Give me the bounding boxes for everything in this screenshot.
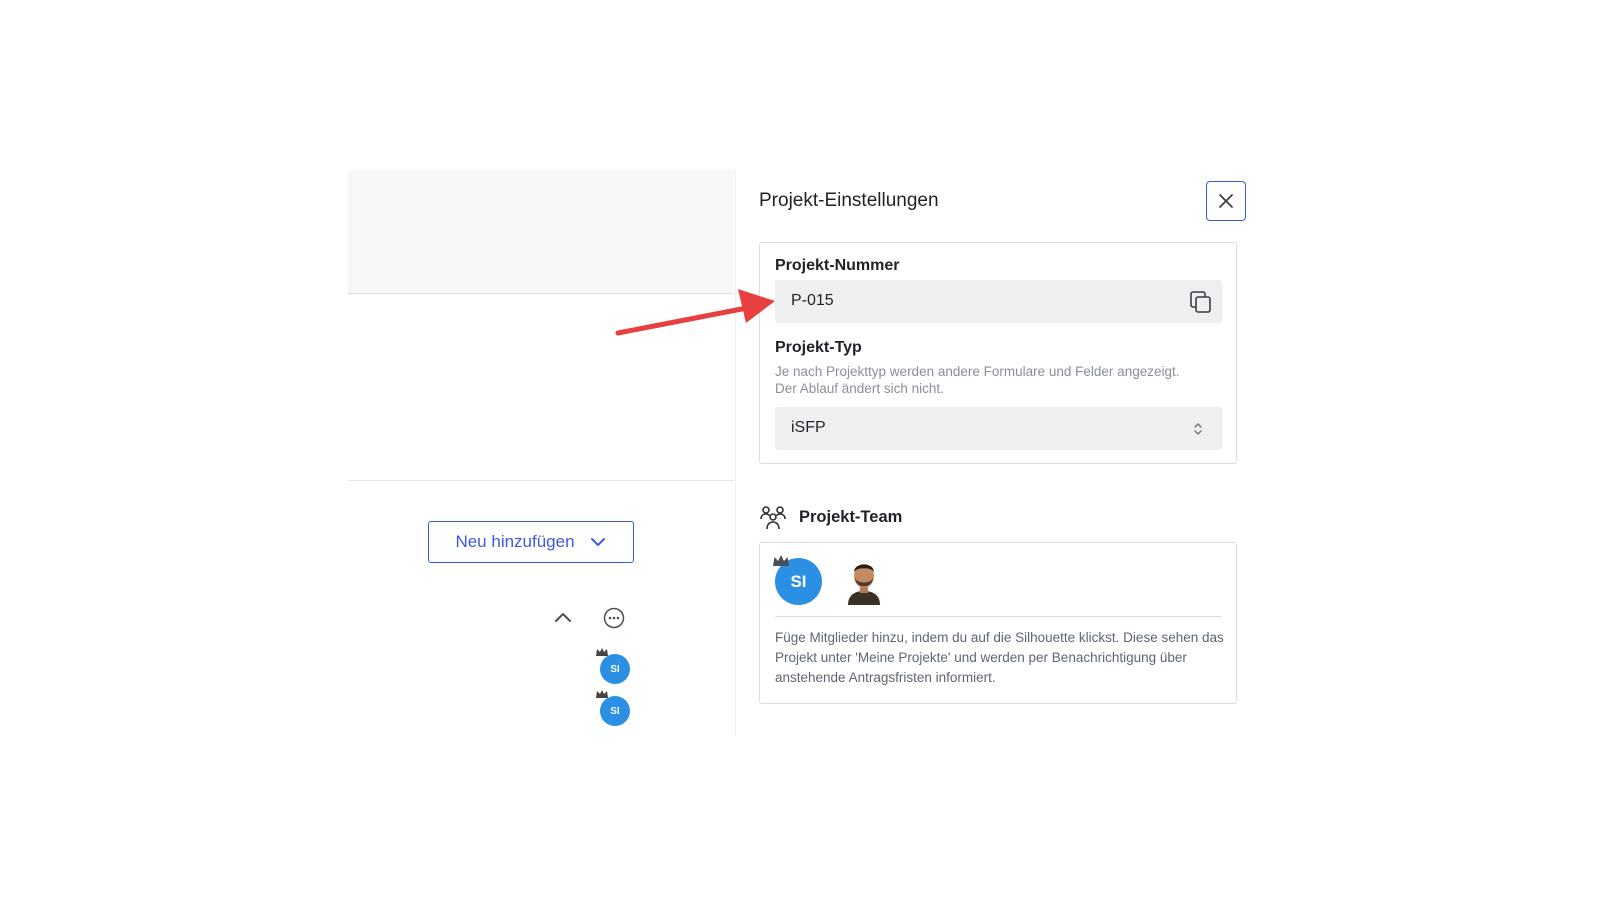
team-title: Projekt-Team bbox=[799, 507, 903, 526]
avatar-initials: SI bbox=[610, 663, 620, 675]
crown-icon bbox=[596, 648, 608, 656]
chevron-up-icon[interactable] bbox=[551, 606, 575, 630]
project-type-label: Projekt-Typ bbox=[775, 339, 862, 356]
project-settings-panel: Projekt-Einstellungen Projekt-Nummer P-0… bbox=[735, 170, 1255, 735]
close-button[interactable] bbox=[1206, 181, 1246, 221]
team-divider bbox=[775, 616, 1222, 617]
team-header: Projekt-Team bbox=[759, 503, 902, 531]
divider bbox=[348, 480, 734, 481]
copy-icon[interactable] bbox=[1188, 289, 1214, 315]
team-member-photo[interactable] bbox=[844, 558, 884, 605]
crown-icon bbox=[596, 690, 608, 698]
avatar[interactable]: SI bbox=[596, 648, 630, 684]
project-number-value: P-015 bbox=[791, 292, 834, 309]
project-type-select[interactable]: iSFP bbox=[775, 407, 1222, 450]
chevron-down-icon bbox=[590, 538, 605, 546]
add-new-button[interactable]: Neu hinzufügen bbox=[428, 521, 634, 563]
team-icon bbox=[760, 506, 786, 530]
avatar-initials: SI bbox=[790, 571, 807, 591]
avatar[interactable]: SI bbox=[596, 690, 630, 726]
avatar-initials: SI bbox=[610, 705, 620, 717]
project-number-field[interactable]: P-015 bbox=[775, 280, 1222, 323]
close-icon bbox=[1219, 194, 1233, 208]
add-new-button-label: Neu hinzufügen bbox=[455, 532, 575, 551]
select-arrows-icon bbox=[1194, 423, 1202, 435]
project-type-value: iSFP bbox=[791, 419, 826, 436]
background-page: Neu hinzufügen SI SI bbox=[348, 170, 734, 735]
project-number-label: Projekt-Nummer bbox=[775, 257, 900, 274]
background-header-area bbox=[348, 170, 734, 294]
team-card: SI Füge Mitglieder hinzu, indem du auf d… bbox=[759, 542, 1237, 704]
project-details-card: Projekt-Nummer P-015 Projekt-Typ Je nach… bbox=[759, 242, 1237, 464]
panel-title: Projekt-Einstellungen bbox=[759, 190, 939, 211]
more-options-icon[interactable] bbox=[602, 606, 626, 630]
team-description: Füge Mitglieder hinzu, indem du auf die … bbox=[775, 630, 1224, 685]
crown-icon bbox=[773, 555, 789, 566]
project-type-description: Je nach Projekttyp werden andere Formula… bbox=[775, 364, 1180, 396]
